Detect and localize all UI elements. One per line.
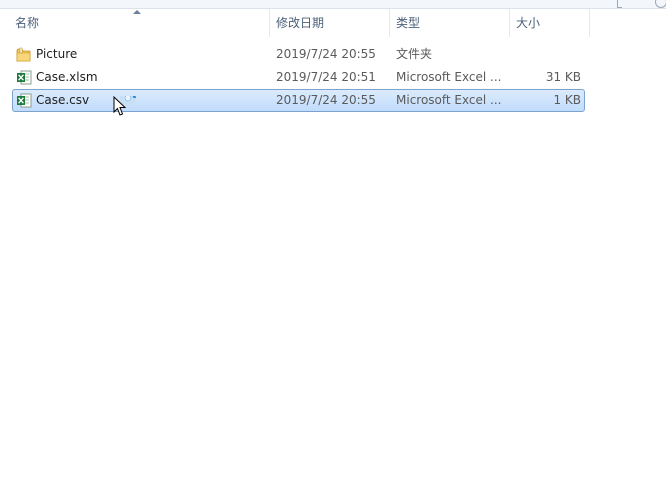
file-row-picture[interactable]: Picture 2019/7/24 20:55 文件夹 <box>12 43 585 66</box>
file-size: 31 KB <box>545 70 581 84</box>
file-date-modified: 2019/7/24 20:55 <box>276 93 376 107</box>
column-header: 名称 修改日期 类型 大小 <box>0 9 666 37</box>
toolbar-strip <box>0 0 666 9</box>
file-size: 1 KB <box>553 93 581 107</box>
file-name: Case.csv <box>36 93 90 107</box>
file-row-case-csv[interactable]: Case.csv 2019/7/24 20:55 Microsoft Excel… <box>12 89 585 112</box>
excel-file-icon <box>17 93 32 108</box>
column-header-size[interactable]: 大小 <box>510 9 590 37</box>
view-options-edge-icon[interactable] <box>617 0 622 8</box>
file-row-case-xlsm[interactable]: Case.xlsm 2019/7/24 20:51 Microsoft Exce… <box>12 66 585 89</box>
file-list-pane: 名称 修改日期 类型 大小 Picture 2019/7/24 20:55 文件… <box>0 0 666 500</box>
file-date-modified: 2019/7/24 20:55 <box>276 47 376 61</box>
file-name: Case.xlsm <box>36 70 98 84</box>
file-type: Microsoft Excel ... <box>396 70 502 84</box>
excel-file-icon <box>17 70 32 85</box>
file-rows: Picture 2019/7/24 20:55 文件夹 Case.xlsm 20… <box>12 43 585 112</box>
busy-cursor-icon <box>113 96 136 116</box>
column-header-type[interactable]: 类型 <box>390 9 510 37</box>
column-header-date-modified[interactable]: 修改日期 <box>270 9 390 37</box>
file-type: 文件夹 <box>396 47 433 61</box>
column-header-name[interactable]: 名称 <box>9 9 270 37</box>
file-date-modified: 2019/7/24 20:51 <box>276 70 376 84</box>
help-icon[interactable] <box>655 0 666 8</box>
folder-icon <box>16 47 31 62</box>
file-type: Microsoft Excel ... <box>396 93 502 107</box>
file-name: Picture <box>36 47 78 61</box>
